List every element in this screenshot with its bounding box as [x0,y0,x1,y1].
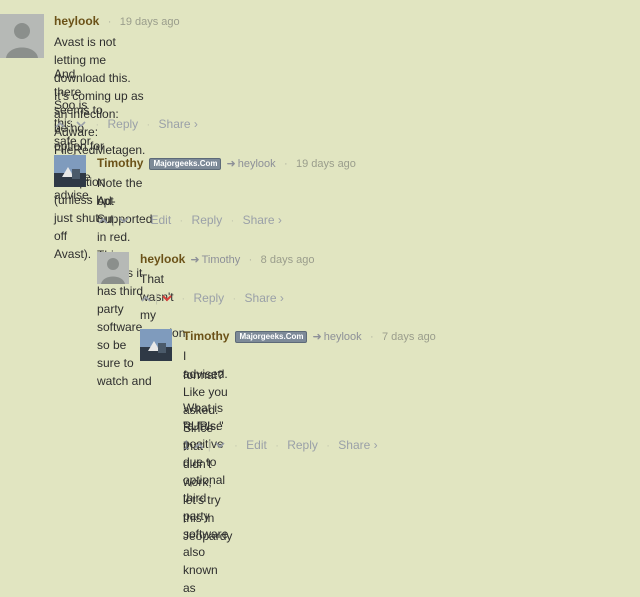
downvote-icon[interactable] [161,291,173,305]
comment-actions: 1 | · Edit · Reply · Share › [183,438,378,452]
reply-button[interactable]: Reply [193,291,224,305]
edit-button[interactable]: Edit [150,213,171,227]
author-name[interactable]: heylook [140,252,185,266]
upvote-icon[interactable] [140,291,152,305]
comment-actions: | · Reply · Share › [140,291,284,306]
vote-count: 1 [183,438,190,452]
user-photo-avatar[interactable] [54,155,86,187]
downvote-icon[interactable] [214,438,226,452]
downvote-icon[interactable] [75,117,87,131]
moderator-badge: Majorgeeks.Com [149,158,222,170]
comment-header: Timothy Majorgeeks.Com ➜ heylook · 7 days a… [183,329,436,343]
timestamp[interactable]: 19 days ago [296,158,356,170]
share-button[interactable]: Share › [243,213,282,227]
comment-header: Timothy Majorgeeks.Com ➜ heylook · 19 days … [97,156,356,170]
default-avatar-icon[interactable] [0,14,44,58]
comment-paragraph: Soo is this safe or not? Please advise. [54,98,93,202]
share-button[interactable]: Share › [245,291,284,305]
reply-button[interactable]: Reply [107,117,138,131]
user-photo-avatar[interactable] [140,329,172,361]
comment-paragraph: PUP's." [183,419,224,433]
comment-paragraph: format? [183,368,224,382]
reply-to-link[interactable]: Timothy [202,254,241,266]
author-name[interactable]: Timothy [183,329,229,343]
downvote-icon[interactable] [118,213,130,227]
reply-arrow-icon: ➜ [226,158,236,170]
comment-actions: | · Reply · Share › [54,117,198,132]
share-button[interactable]: Share › [338,438,377,452]
comment-header: heylook · 19 days ago [54,14,180,28]
reply-button[interactable]: Reply [192,213,223,227]
upvote-icon[interactable] [54,117,66,131]
comment-actions: | · Edit · Reply · Share › [97,213,282,228]
reply-to-link[interactable]: heylook [324,331,362,343]
upvote-icon[interactable] [97,213,109,227]
default-avatar-icon[interactable] [97,252,129,284]
timestamp[interactable]: 7 days ago [382,331,436,343]
timestamp[interactable]: 19 days ago [120,16,180,28]
timestamp[interactable]: 8 days ago [261,254,315,266]
reply-to-link[interactable]: heylook [238,158,276,170]
upvote-icon[interactable] [193,438,205,452]
edit-button[interactable]: Edit [246,438,267,452]
share-button[interactable]: Share › [159,117,198,131]
reply-button[interactable]: Reply [287,438,318,452]
author-name[interactable]: heylook [54,14,99,28]
moderator-badge: Majorgeeks.Com [235,331,308,343]
reply-arrow-icon: ➜ [190,254,200,266]
comment-header: heylook ➜ Timothy · 8 days ago [140,252,315,266]
reply-arrow-icon: ➜ [312,331,322,343]
author-name[interactable]: Timothy [97,156,143,170]
